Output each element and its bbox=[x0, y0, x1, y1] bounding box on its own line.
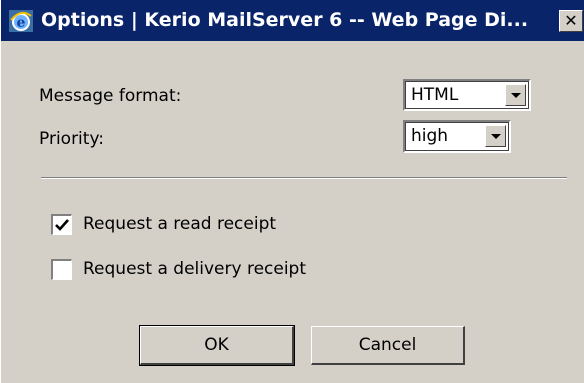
chevron-down-icon[interactable] bbox=[505, 84, 526, 106]
options-dialog: e Options | Kerio MailServer 6 -- Web Pa… bbox=[0, 0, 584, 383]
delivery-receipt-checkbox[interactable] bbox=[51, 259, 72, 280]
message-format-value: HTML bbox=[411, 85, 459, 105]
read-receipt-label[interactable]: Request a read receipt bbox=[83, 214, 276, 234]
cancel-button[interactable]: Cancel bbox=[311, 326, 465, 365]
message-format-select[interactable]: HTML bbox=[403, 79, 531, 111]
title-bar[interactable]: e Options | Kerio MailServer 6 -- Web Pa… bbox=[1, 0, 584, 41]
priority-label: Priority: bbox=[39, 129, 104, 149]
read-receipt-checkbox[interactable] bbox=[51, 214, 72, 235]
ok-button[interactable]: OK bbox=[139, 325, 295, 366]
close-button[interactable]: ✕ bbox=[559, 10, 583, 32]
close-icon: ✕ bbox=[564, 11, 578, 30]
delivery-receipt-label[interactable]: Request a delivery receipt bbox=[83, 259, 306, 279]
divider bbox=[41, 177, 567, 179]
priority-select[interactable]: high bbox=[403, 120, 511, 153]
window-title: Options | Kerio MailServer 6 -- Web Page… bbox=[41, 9, 529, 31]
svg-text:e: e bbox=[17, 15, 26, 31]
checkmark-icon bbox=[55, 219, 69, 231]
priority-value: high bbox=[411, 126, 449, 146]
chevron-down-icon[interactable] bbox=[485, 125, 506, 147]
internet-explorer-icon: e bbox=[9, 10, 33, 32]
message-format-label: Message format: bbox=[39, 86, 182, 106]
